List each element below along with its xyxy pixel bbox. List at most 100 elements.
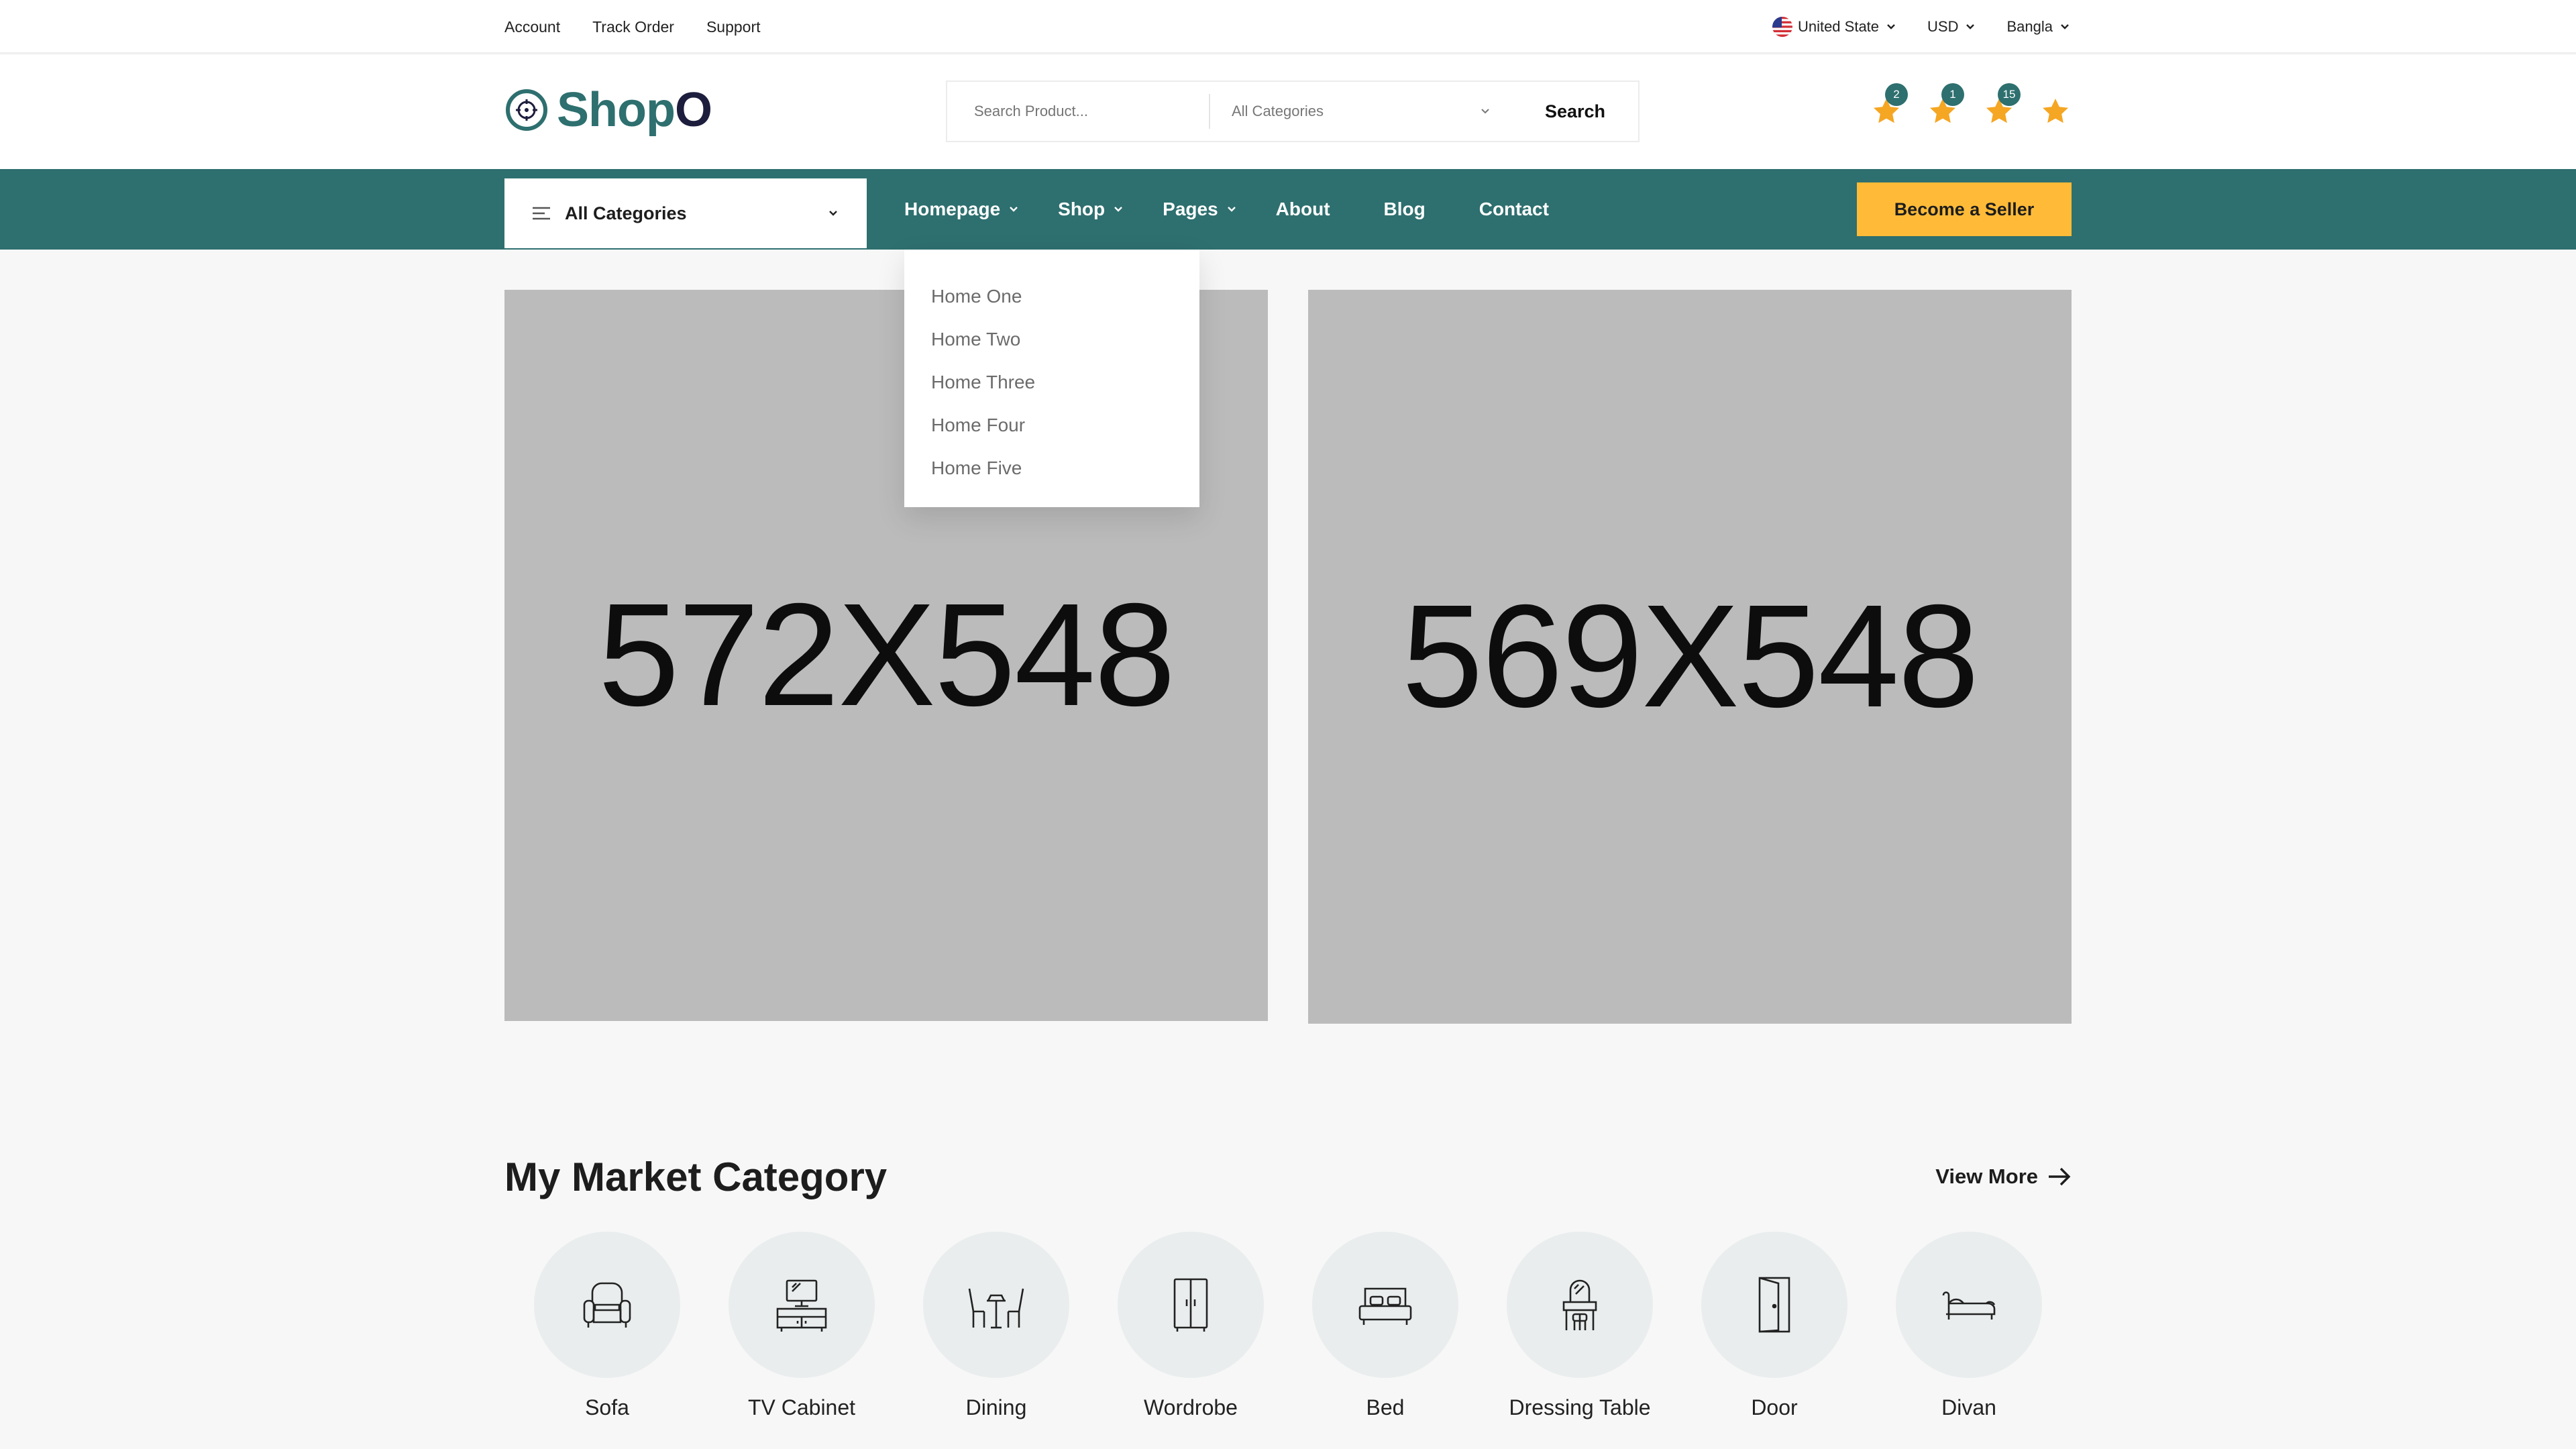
category-circle (1701, 1232, 1847, 1378)
homepage-dropdown: Home One Home Two Home Three Home Four H… (904, 250, 1199, 507)
dropdown-item-home-five[interactable]: Home Five (904, 447, 1199, 490)
category-tv-cabinet[interactable]: TV Cabinet (721, 1232, 882, 1420)
view-more-label: View More (1935, 1165, 2038, 1188)
category-label: Dining (965, 1395, 1027, 1419)
category-circle (534, 1232, 680, 1378)
language-label: Bangla (2006, 18, 2053, 35)
chevron-down-icon (829, 211, 837, 216)
category-divan[interactable]: Divan (1888, 1232, 2049, 1420)
category-label: TV Cabinet (747, 1395, 856, 1419)
category-circle (729, 1232, 875, 1378)
header-icon-2[interactable]: 1 (1927, 83, 1964, 127)
search-category-select[interactable]: All Categories (1210, 82, 1512, 141)
section-title: My Market Category (504, 1155, 888, 1199)
chevron-down-icon (1966, 24, 1975, 30)
logo-tail: O (674, 83, 712, 137)
category-circle (1312, 1232, 1458, 1378)
top-links: Account Track Order Support (504, 0, 761, 54)
nav-about[interactable]: About (1276, 199, 1330, 220)
banner-right-placeholder: 569X548 (1401, 575, 1980, 738)
dropdown-item-home-three[interactable]: Home Three (904, 361, 1199, 404)
track-order-link[interactable]: Track Order (592, 18, 674, 36)
category-sofa[interactable]: Sofa (527, 1232, 688, 1420)
nav-blog-label: Blog (1383, 199, 1426, 219)
main-header: ShopO All Categories Search 2 1 15 (0, 55, 2576, 169)
divan-icon (1942, 1291, 1996, 1320)
currency-selector[interactable]: USD (1927, 18, 1977, 36)
category-label: Divan (1941, 1395, 1996, 1419)
category-door[interactable]: Door (1694, 1232, 1855, 1420)
become-seller-button[interactable]: Become a Seller (1857, 182, 2072, 236)
tv-cabinet-icon (776, 1279, 827, 1332)
support-link[interactable]: Support (706, 18, 761, 36)
language-selector[interactable]: Bangla (2006, 18, 2072, 36)
category-dressing-table[interactable]: Dressing Table (1499, 1232, 1660, 1420)
us-flag-icon (1772, 17, 1792, 37)
category-circle (923, 1232, 1069, 1378)
category-label: Door (1751, 1395, 1798, 1419)
dropdown-item-home-one[interactable]: Home One (904, 275, 1199, 318)
door-icon (1758, 1277, 1790, 1333)
nav-homepage[interactable]: Homepage (904, 199, 1020, 220)
country-label: United State (1797, 18, 1880, 35)
star-icon (2043, 99, 2068, 123)
badge-count: 15 (1998, 83, 2021, 106)
all-categories-button[interactable]: All Categories (504, 178, 867, 248)
header-icon-1[interactable]: 2 (1870, 83, 1908, 127)
nav-shop[interactable]: Shop (1058, 199, 1125, 220)
nav-contact-label: Contact (1479, 199, 1549, 219)
nav-homepage-label: Homepage (904, 199, 1001, 219)
nav-pages-label: Pages (1163, 199, 1218, 219)
chevron-down-icon (1887, 24, 1895, 30)
logo-main: Shop (557, 83, 676, 137)
top-bar: Account Track Order Support United State… (0, 0, 2576, 54)
all-categories-label: All Categories (565, 203, 687, 223)
dropdown-item-home-two[interactable]: Home Two (904, 318, 1199, 361)
chevron-down-icon (1227, 207, 1236, 212)
header-icon-3[interactable]: 15 (1983, 83, 2021, 127)
category-label: Bed (1366, 1395, 1405, 1419)
logo[interactable]: ShopO (504, 83, 712, 137)
search-category-label: All Categories (1232, 103, 1324, 119)
menu-icon (533, 207, 550, 220)
top-selectors: United State USD Bangla (1772, 0, 2072, 54)
country-selector[interactable]: United State (1772, 17, 1898, 37)
category-dining[interactable]: Dining (916, 1232, 1077, 1420)
search-bar: All Categories Search (946, 80, 1640, 142)
nav-shop-label: Shop (1058, 199, 1106, 219)
view-more-link[interactable]: View More (1935, 1165, 2072, 1189)
main-nav: Homepage Shop Pages About Blog Contact (904, 169, 1549, 250)
nav-bar: All Categories Homepage Shop Pages About… (0, 169, 2576, 250)
banner-right[interactable]: 569X548 (1308, 290, 2072, 1024)
logo-text: ShopO (557, 83, 712, 138)
search-input[interactable] (947, 82, 1209, 141)
category-bed[interactable]: Bed (1305, 1232, 1466, 1420)
category-circle (1507, 1232, 1653, 1378)
wardrobe-icon (1173, 1278, 1208, 1332)
category-wordrobe[interactable]: Wordrobe (1110, 1232, 1271, 1420)
chevron-down-icon (1114, 207, 1123, 212)
arrow-right-icon (2049, 1167, 2071, 1186)
nav-pages[interactable]: Pages (1163, 199, 1238, 220)
header-icons: 2 1 15 (1870, 83, 2072, 127)
account-link[interactable]: Account (504, 18, 560, 36)
category-label: Wordrobe (1144, 1395, 1238, 1419)
banner-left-placeholder: 572X548 (598, 574, 1176, 737)
logo-mark-icon (506, 89, 547, 131)
category-label: Dressing Table (1509, 1395, 1651, 1419)
category-circle (1896, 1232, 2042, 1378)
badge-count: 1 (1941, 83, 1964, 106)
header-icon-4[interactable] (2039, 95, 2072, 127)
nav-contact[interactable]: Contact (1479, 199, 1549, 220)
chevron-down-icon (2061, 24, 2069, 30)
nav-about-label: About (1275, 199, 1330, 219)
dining-icon (968, 1288, 1024, 1329)
dressing-table-icon (1562, 1279, 1597, 1330)
category-label: Sofa (585, 1395, 629, 1419)
search-button[interactable]: Search (1512, 82, 1638, 141)
chevron-down-icon (1010, 207, 1018, 212)
nav-blog[interactable]: Blog (1384, 199, 1426, 220)
category-circle (1118, 1232, 1264, 1378)
dropdown-item-home-four[interactable]: Home Four (904, 404, 1199, 447)
currency-label: USD (1927, 18, 1959, 35)
